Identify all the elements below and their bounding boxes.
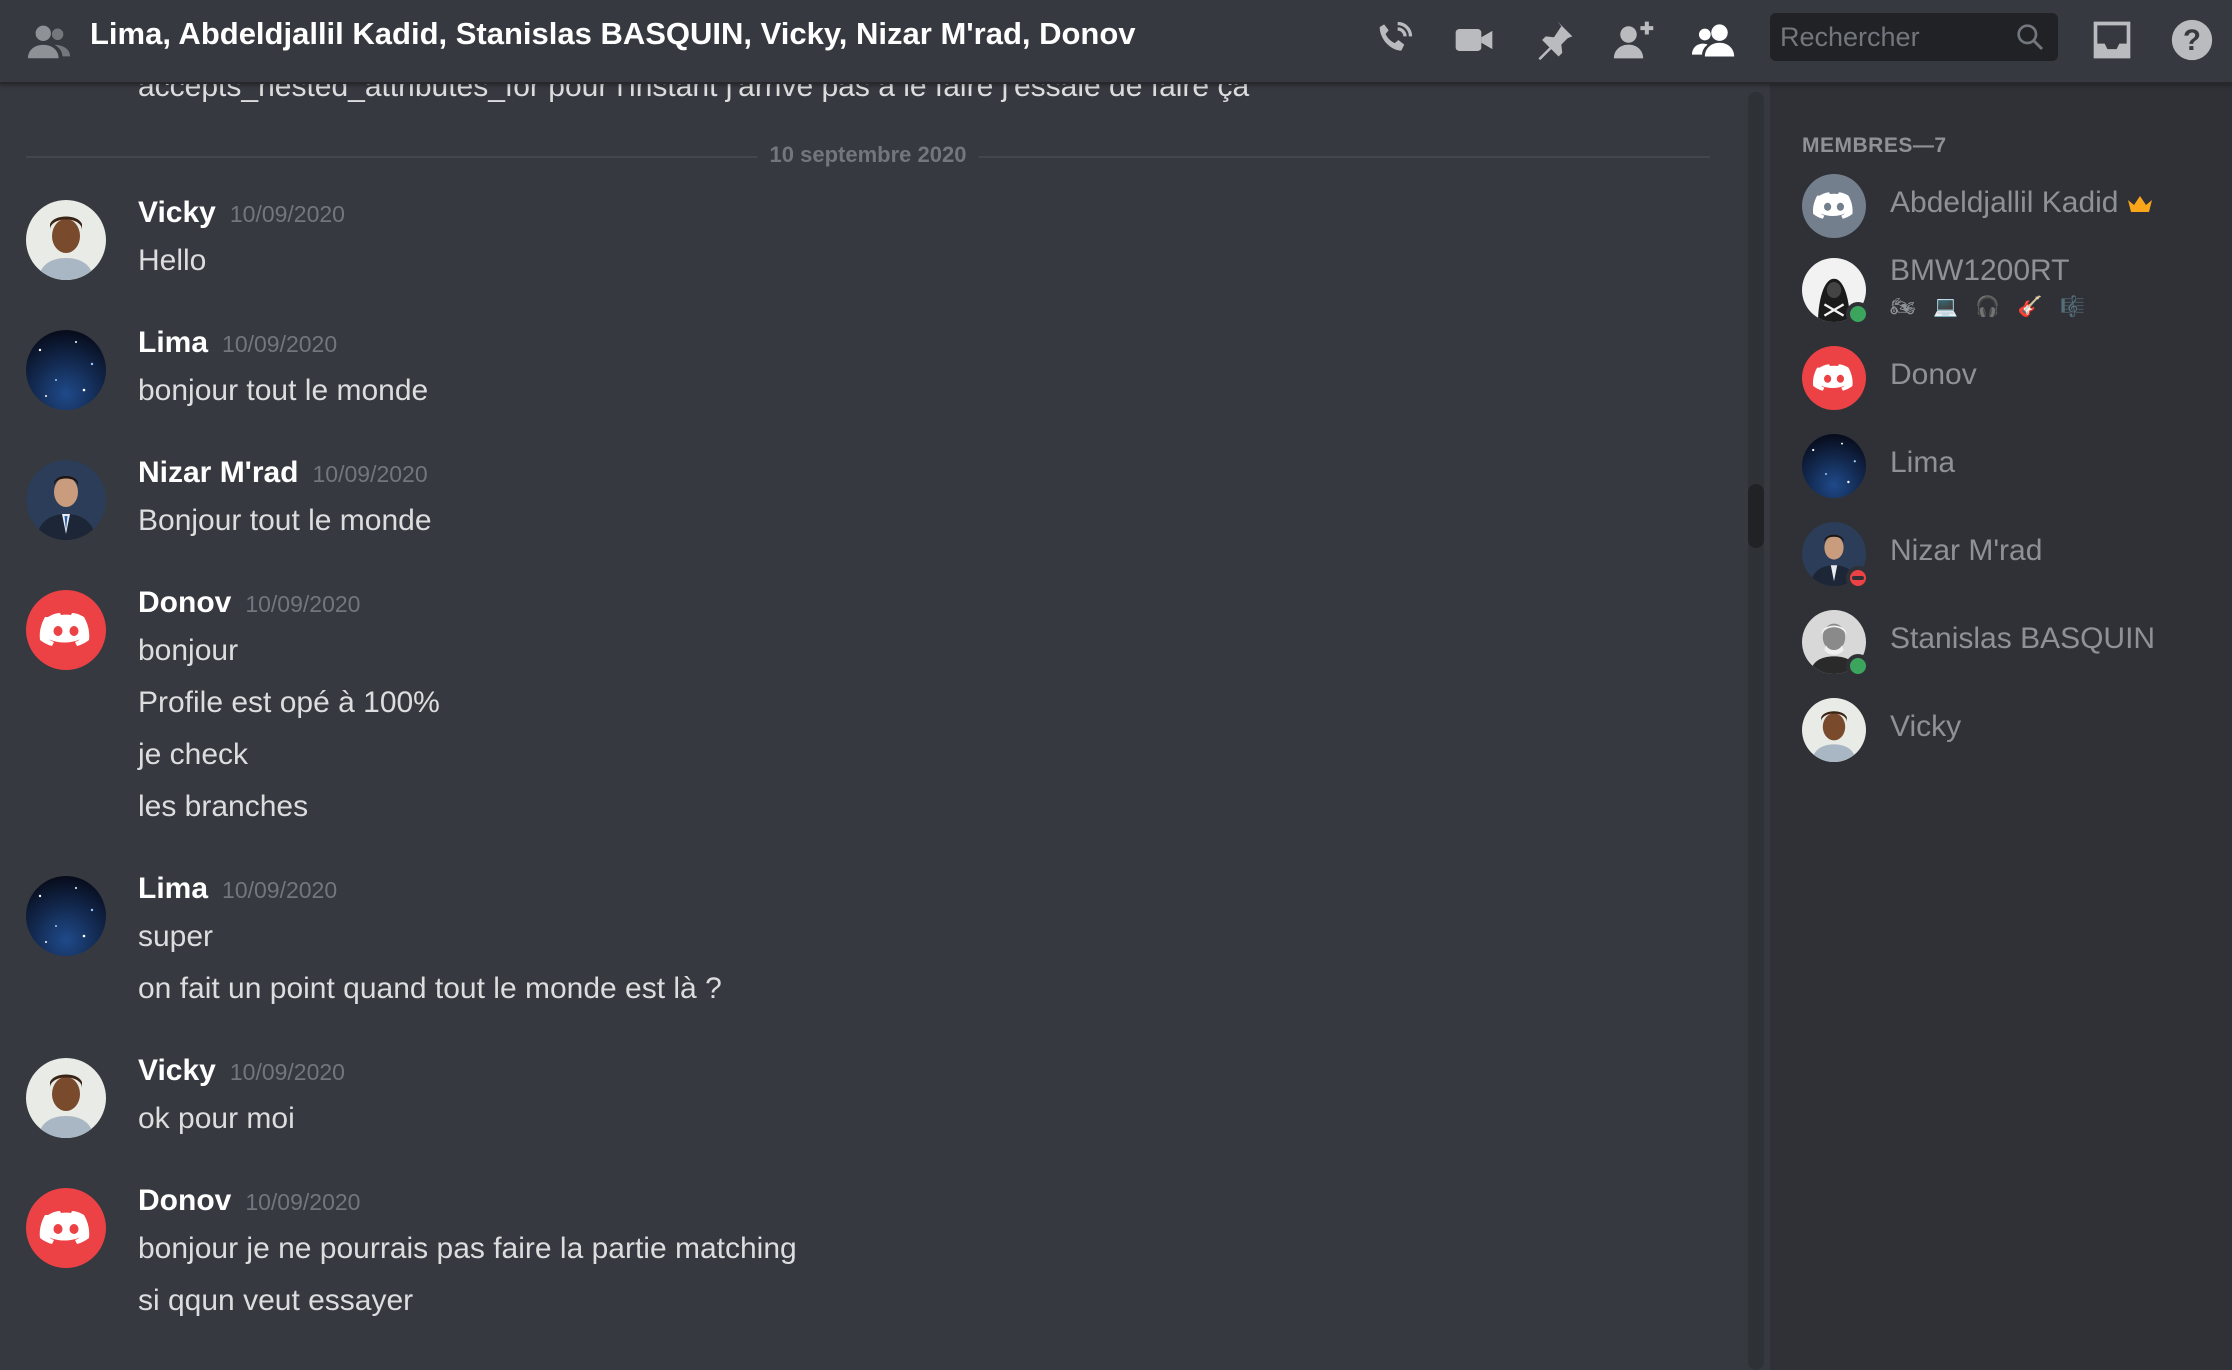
member-name: Donov	[1890, 358, 1977, 391]
start-voice-call-button[interactable]	[1368, 14, 1420, 66]
search-box[interactable]	[1770, 13, 2058, 61]
starfield-avatar-icon	[26, 876, 106, 956]
avatar[interactable]	[26, 876, 106, 956]
member-name: BMW1200RT	[1890, 254, 2070, 287]
message-timestamp: 10/09/2020	[222, 877, 338, 903]
pinned-messages-button[interactable]	[1528, 14, 1580, 66]
message-text: Hello	[138, 244, 207, 277]
message-timestamp: 10/09/2020	[245, 591, 361, 617]
message-text: Profile est opé à 100%	[138, 686, 440, 719]
message-author[interactable]: Donov 10/09/2020	[138, 1184, 360, 1218]
discord-logo-icon	[1802, 346, 1866, 410]
avatar[interactable]	[26, 330, 106, 410]
avatar	[1802, 610, 1870, 678]
member-list-heading: MEMBRES—7	[1802, 134, 1947, 157]
avatar[interactable]	[26, 200, 106, 280]
crown-icon	[2127, 196, 2152, 213]
discord-logo-icon	[26, 1188, 106, 1268]
message-timestamp: 10/09/2020	[222, 331, 338, 357]
message-author[interactable]: Vicky 10/09/2020	[138, 196, 345, 230]
custom-status: 🏍 💻 🎧 🎸 🎼	[1890, 296, 2092, 318]
message-author[interactable]: Donov 10/09/2020	[138, 586, 360, 620]
member-name: Abdeldjallil Kadid	[1890, 186, 2153, 220]
member-name: Stanislas BASQUIN	[1890, 622, 2156, 655]
message-timestamp: 10/09/2020	[245, 1189, 361, 1215]
phone-call-icon	[1379, 21, 1413, 51]
pin-icon	[1538, 21, 1573, 61]
member-name: Lima	[1890, 446, 1956, 479]
inbox-button[interactable]	[2086, 14, 2138, 66]
do-not-disturb-icon	[1846, 566, 1870, 590]
member-item[interactable]: Donov	[1770, 336, 2232, 416]
avatar	[1802, 258, 1870, 326]
message-line: accepts_nested_attributes_for pour l'ins…	[138, 84, 1250, 103]
date-divider: 10 septembre 2020	[26, 142, 1710, 168]
member-item[interactable]: Abdeldjallil Kadid	[1770, 164, 2232, 244]
starfield-avatar-icon	[1802, 434, 1866, 498]
message-text: super	[138, 920, 214, 953]
message-list[interactable]: accepts_nested_attributes_for pour l'ins…	[0, 84, 1748, 1370]
scrollbar-track[interactable]	[1748, 92, 1764, 1370]
member-list-toggle[interactable]	[1688, 14, 1740, 66]
message-text: bonjour tout le monde	[138, 374, 429, 407]
scrollbar-thumb[interactable]	[1748, 484, 1764, 548]
search-input[interactable]	[1780, 13, 2010, 61]
message-timestamp: 10/09/2020	[229, 1059, 345, 1085]
starfield-avatar-icon	[26, 330, 106, 410]
message-text: je check	[138, 738, 249, 771]
start-video-call-button[interactable]	[1448, 14, 1500, 66]
user-photo-icon	[26, 1058, 106, 1138]
message-text: ok pour moi	[138, 1102, 295, 1135]
channel-title: Lima, Abdeldjallil Kadid, Stanislas BASQ…	[90, 16, 1136, 51]
add-friends-to-dm-button[interactable]	[1608, 14, 1660, 66]
message-author[interactable]: Lima 10/09/2020	[138, 326, 337, 360]
online-status-icon	[1846, 654, 1870, 678]
message-text: bonjour	[138, 634, 239, 667]
message-text: les branches	[138, 790, 309, 823]
message-text: Bonjour tout le monde	[138, 504, 432, 537]
message-author[interactable]: Lima 10/09/2020	[138, 872, 337, 906]
discord-logo-icon	[26, 590, 106, 670]
member-item[interactable]: Lima	[1770, 424, 2232, 504]
member-list: MEMBRES—7 Abdeldjallil Kadid BMW1200RT 🏍…	[1770, 84, 2232, 1370]
avatar[interactable]	[26, 1058, 106, 1138]
member-item[interactable]: BMW1200RT 🏍 💻 🎧 🎸 🎼	[1770, 248, 2232, 328]
date-divider-label: 10 septembre 2020	[757, 142, 979, 168]
member-name: Vicky	[1890, 710, 1962, 743]
message-author[interactable]: Vicky 10/09/2020	[138, 1054, 345, 1088]
avatar[interactable]	[26, 1188, 106, 1268]
search-icon[interactable]	[2014, 21, 2046, 53]
member-item[interactable]: Nizar M'rad	[1770, 512, 2232, 592]
members-icon	[1692, 24, 1735, 57]
member-item[interactable]: Vicky	[1770, 688, 2232, 768]
help-button[interactable]: ?	[2166, 14, 2218, 66]
message-author[interactable]: Nizar M'rad 10/09/2020	[138, 456, 428, 490]
message-timestamp: 10/09/2020	[312, 461, 428, 487]
avatar	[1802, 174, 1866, 238]
message-text: si qqun veut essayer	[138, 1284, 414, 1317]
avatar	[1802, 522, 1870, 590]
video-camera-icon	[1455, 29, 1493, 51]
message-timestamp: 10/09/2020	[229, 201, 345, 227]
inbox-icon	[2093, 21, 2131, 59]
user-photo-icon	[26, 200, 106, 280]
message-text: on fait un point quand tout le monde est…	[138, 972, 722, 1005]
online-status-icon	[1846, 302, 1870, 326]
add-person-icon	[1613, 21, 1654, 59]
discord-logo-icon	[1802, 174, 1866, 238]
avatar[interactable]	[26, 590, 106, 670]
avatar	[1802, 346, 1866, 410]
member-item[interactable]: Stanislas BASQUIN	[1770, 600, 2232, 680]
user-photo-icon	[26, 460, 106, 540]
message-text: bonjour je ne pourrais pas faire la part…	[138, 1232, 797, 1265]
avatar[interactable]	[26, 460, 106, 540]
member-name: Nizar M'rad	[1890, 534, 2043, 567]
svg-text:?: ?	[2183, 24, 2201, 57]
avatar	[1802, 434, 1866, 498]
group-dm-icon	[27, 25, 71, 59]
help-icon: ?	[2171, 19, 2213, 61]
avatar	[1802, 698, 1866, 762]
user-photo-icon	[1802, 698, 1866, 762]
channel-header: Lima, Abdeldjallil Kadid, Stanislas BASQ…	[0, 0, 2232, 84]
